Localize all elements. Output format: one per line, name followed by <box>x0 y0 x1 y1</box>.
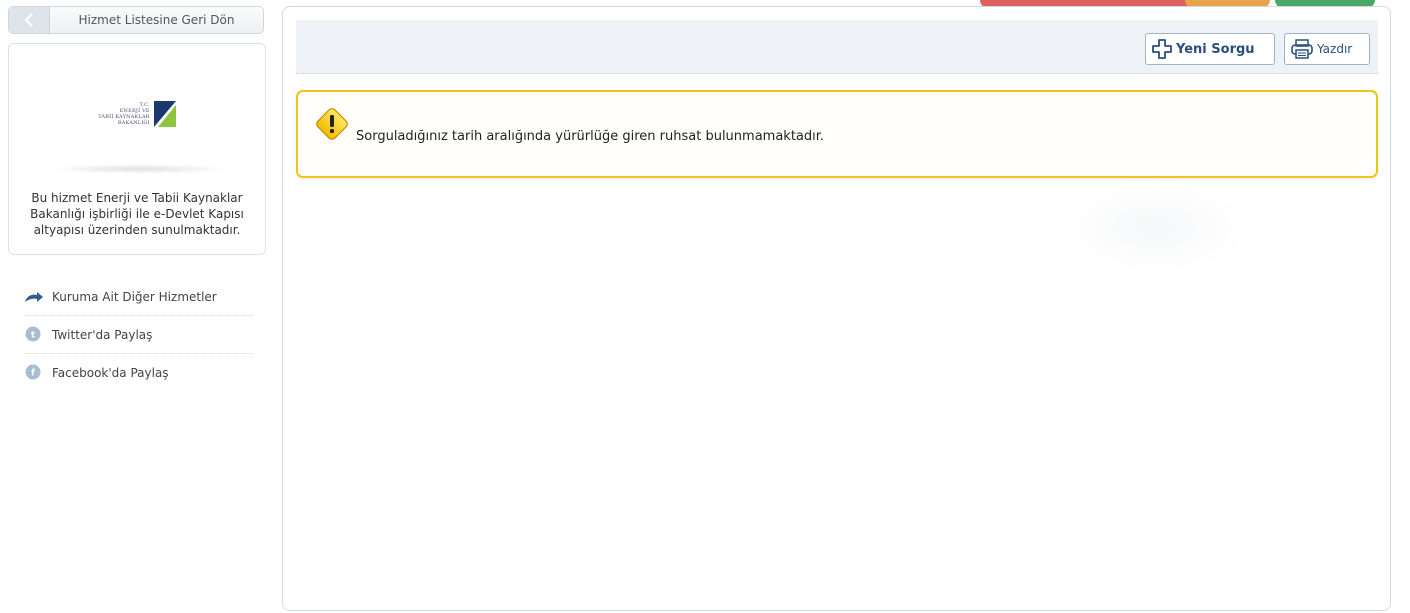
warning-icon <box>314 106 350 146</box>
twitter-share-link[interactable]: t Twitter'da Paylaş <box>24 316 253 354</box>
ministry-logo-text: T.C. ENERJİ VE TABİİ KAYNAKLAR BAKANLIĞI <box>98 102 150 126</box>
twitter-share-label: Twitter'da Paylaş <box>52 327 153 342</box>
back-button-label: Hizmet Listesine Geri Dön <box>78 13 235 27</box>
other-services-label: Kuruma Ait Diğer Hizmetler <box>52 289 217 304</box>
facebook-share-label: Facebook'da Paylaş <box>52 366 169 380</box>
print-button[interactable]: Yazdır <box>1284 33 1370 65</box>
share-arrow-icon <box>24 291 46 303</box>
result-toolbar: Yeni Sorgu Yazdır <box>296 20 1378 74</box>
svg-text:f: f <box>31 369 35 379</box>
new-query-button[interactable]: Yeni Sorgu <box>1145 33 1275 65</box>
plus-icon <box>1152 39 1172 59</box>
facebook-icon: f <box>24 364 46 382</box>
warning-alert: Sorguladığınız tarih aralığında yürürlüğ… <box>296 90 1378 178</box>
main-content-panel: Yeni Sorgu Yazdır Sorguladığınız tarih a… <box>282 6 1391 611</box>
logo-shadow <box>49 164 229 174</box>
print-label: Yazdır <box>1317 42 1353 56</box>
service-info-text: Bu hizmet Enerji ve Tabii Kaynaklar Baka… <box>30 191 244 237</box>
svg-text:t: t <box>31 330 36 340</box>
ministry-logo-mark <box>153 101 176 127</box>
service-info-card: T.C. ENERJİ VE TABİİ KAYNAKLAR BAKANLIĞI… <box>8 43 266 255</box>
ministry-logo: T.C. ENERJİ VE TABİİ KAYNAKLAR BAKANLIĞI <box>9 84 265 144</box>
other-services-link[interactable]: Kuruma Ait Diğer Hizmetler <box>24 278 253 316</box>
sidebar-links: Kuruma Ait Diğer Hizmetler t Twitter'da … <box>24 278 253 392</box>
back-to-service-list-button[interactable]: Hizmet Listesine Geri Dön <box>8 6 264 34</box>
twitter-icon: t <box>24 326 46 344</box>
facebook-share-link[interactable]: f Facebook'da Paylaş <box>24 354 253 392</box>
alert-message: Sorguladığınız tarih aralığında yürürlüğ… <box>356 129 825 144</box>
chevron-left-icon <box>9 7 50 33</box>
background-watermark <box>1060 180 1250 275</box>
new-query-label: Yeni Sorgu <box>1176 41 1255 57</box>
printer-icon <box>1291 39 1313 59</box>
